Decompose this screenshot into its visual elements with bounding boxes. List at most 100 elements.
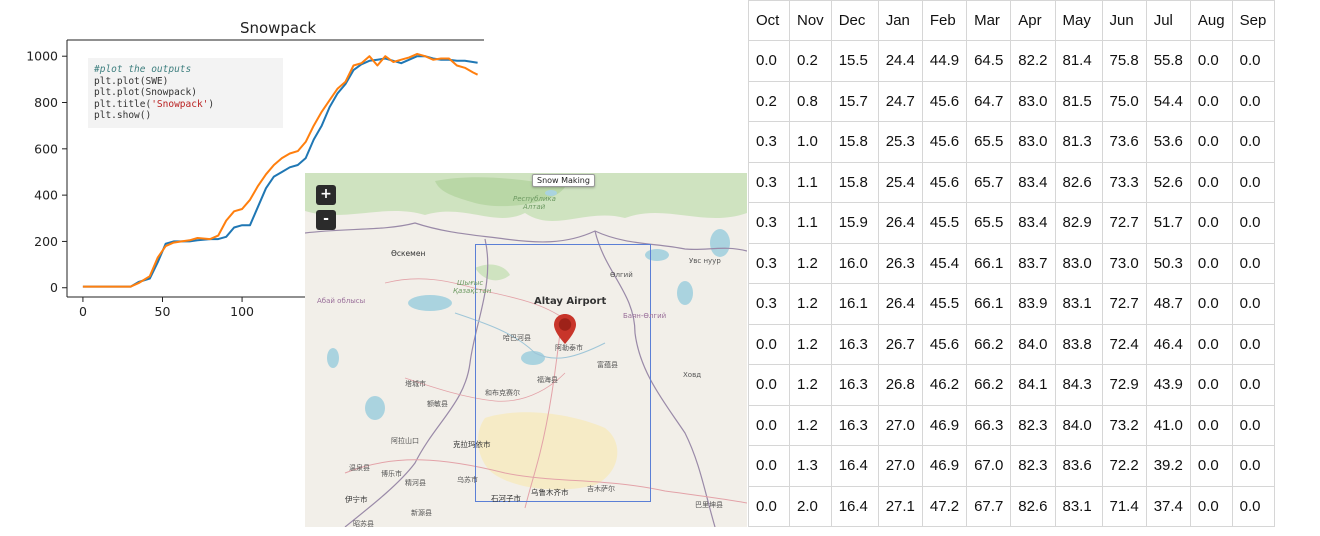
y-tick-label: 0 bbox=[50, 280, 58, 295]
table-cell: 83.4 bbox=[1010, 202, 1056, 244]
x-tick-label: 50 bbox=[155, 304, 171, 319]
table-cell: 84.3 bbox=[1054, 364, 1103, 406]
selection-rectangle[interactable] bbox=[475, 244, 651, 502]
table-cell: 0.0 bbox=[748, 364, 790, 406]
column-header-may: May bbox=[1054, 0, 1103, 41]
code-string: 'Snowpack' bbox=[151, 98, 209, 110]
table-cell: 39.2 bbox=[1145, 445, 1191, 487]
table-cell: 37.4 bbox=[1145, 485, 1191, 527]
table-cell: 82.6 bbox=[1010, 485, 1056, 527]
table-cell: 15.8 bbox=[830, 161, 879, 203]
zoom-in-button[interactable]: + bbox=[316, 185, 336, 205]
table-cell: 0.0 bbox=[1231, 121, 1275, 163]
map-place-label: Ховд bbox=[683, 371, 702, 379]
table-cell: 15.7 bbox=[830, 80, 879, 122]
table-cell: 66.2 bbox=[966, 323, 1012, 365]
table-cell: 83.1 bbox=[1054, 485, 1103, 527]
table-cell: 84.1 bbox=[1010, 364, 1056, 406]
column-header-jun: Jun bbox=[1101, 0, 1147, 41]
table-row: 0.0 1.2 16.3 27.0 46.9 66.3 82.3 84.0 73.2 41.0 0.… bbox=[748, 404, 1275, 446]
table-cell: 83.0 bbox=[1010, 121, 1056, 163]
table-row: 0.0 2.0 16.4 27.1 47.2 67.7 82.6 83.1 71.4 37.4 0.… bbox=[748, 485, 1275, 527]
map-place-label: 昭苏县 bbox=[353, 520, 374, 527]
map-place-label: 额敏县 bbox=[427, 400, 448, 408]
table-cell: 55.8 bbox=[1145, 40, 1191, 82]
code-text: ) bbox=[208, 98, 215, 110]
table-row: 0.3 1.0 15.8 25.3 45.6 65.5 83.0 81.3 73.6 53.6 0.… bbox=[748, 121, 1275, 163]
map-place-label: 博乐市 bbox=[381, 470, 402, 478]
table-cell: 0.3 bbox=[748, 242, 790, 284]
table-cell: 0.0 bbox=[1231, 283, 1275, 325]
table-cell: 46.2 bbox=[921, 364, 968, 406]
table-cell: 0.0 bbox=[748, 323, 790, 365]
map-place-label: 石河子市 bbox=[491, 494, 521, 503]
chart-title: Snowpack bbox=[240, 19, 316, 37]
table-cell: 47.2 bbox=[921, 485, 968, 527]
table-cell: 16.1 bbox=[830, 283, 879, 325]
snow-making-button[interactable]: Snow Making bbox=[532, 174, 595, 187]
table-cell: 64.5 bbox=[966, 40, 1012, 82]
table-row: 0.3 1.2 16.0 26.3 45.4 66.1 83.7 83.0 73.0 50.3 0.… bbox=[748, 242, 1275, 284]
table-cell: 72.2 bbox=[1101, 445, 1147, 487]
table-cell: 65.5 bbox=[966, 202, 1012, 244]
table-cell: 0.0 bbox=[748, 445, 790, 487]
monthly-data-table-panel: Oct Nov Dec Jan Feb Mar Apr May Jun Jul Aug Sep 0.0… bbox=[748, 0, 1320, 536]
table-cell: 1.2 bbox=[789, 323, 832, 365]
table-cell: 54.4 bbox=[1145, 80, 1191, 122]
table-cell: 0.0 bbox=[1231, 445, 1275, 487]
table-cell: 45.6 bbox=[921, 161, 968, 203]
table-cell: 72.7 bbox=[1101, 202, 1147, 244]
table-cell: 72.7 bbox=[1101, 283, 1147, 325]
column-header-dec: Dec bbox=[830, 0, 879, 41]
table-cell: 45.5 bbox=[921, 283, 968, 325]
map-place-label: Республика bbox=[513, 195, 556, 203]
map-view[interactable]: Өскемен Республика Алтай Шығыс Қазақстан Абай… bbox=[305, 173, 747, 527]
table-cell: 1.2 bbox=[789, 242, 832, 284]
table-cell: 44.9 bbox=[921, 40, 968, 82]
table-cell: 53.6 bbox=[1145, 121, 1191, 163]
table-cell: 0.0 bbox=[1231, 161, 1275, 203]
map-place-label: Баян-Өлгий bbox=[623, 312, 667, 320]
lake bbox=[327, 348, 339, 368]
table-cell: 83.4 bbox=[1010, 161, 1056, 203]
table-cell: 15.5 bbox=[830, 40, 879, 82]
table-cell: 0.0 bbox=[748, 40, 790, 82]
map-place-label: 温泉县 bbox=[349, 464, 370, 472]
y-tick-label: 1000 bbox=[26, 49, 58, 64]
table-cell: 81.3 bbox=[1054, 121, 1103, 163]
map-place-label: Алтай bbox=[523, 203, 546, 211]
table-row: 0.0 0.2 15.5 24.4 44.9 64.5 82.2 81.4 75.8 55.8 0.… bbox=[748, 40, 1275, 82]
y-tick-label: 800 bbox=[34, 95, 58, 110]
table-cell: 83.0 bbox=[1054, 242, 1103, 284]
zoom-out-button[interactable]: - bbox=[316, 210, 336, 230]
map-place-label: 富蕴县 bbox=[597, 361, 618, 369]
table-cell: 26.7 bbox=[877, 323, 923, 365]
map-place-label: 乌苏市 bbox=[457, 476, 478, 484]
table-cell: 81.4 bbox=[1054, 40, 1103, 82]
table-cell: 0.0 bbox=[748, 485, 790, 527]
table-cell: 50.3 bbox=[1145, 242, 1191, 284]
table-cell: 24.4 bbox=[877, 40, 923, 82]
table-cell: 45.5 bbox=[921, 202, 968, 244]
table-cell: 66.1 bbox=[966, 283, 1012, 325]
table-cell: 0.3 bbox=[748, 121, 790, 163]
table-cell: 46.4 bbox=[1145, 323, 1191, 365]
table-cell: 83.7 bbox=[1010, 242, 1056, 284]
column-header-apr: Apr bbox=[1010, 0, 1056, 41]
table-cell: 0.0 bbox=[1189, 485, 1233, 527]
table-cell: 73.2 bbox=[1101, 404, 1147, 446]
table-row: 0.2 0.8 15.7 24.7 45.6 64.7 83.0 81.5 75.0 54.4 0.… bbox=[748, 80, 1275, 122]
map-marker-icon[interactable] bbox=[553, 313, 577, 345]
table-cell: 0.0 bbox=[1189, 364, 1233, 406]
table-cell: 16.3 bbox=[830, 404, 879, 446]
table-cell: 0.2 bbox=[748, 80, 790, 122]
table-cell: 0.0 bbox=[1231, 485, 1275, 527]
table-row: 0.3 1.1 15.9 26.4 45.5 65.5 83.4 82.9 72.7 51.7 0.… bbox=[748, 202, 1275, 244]
table-cell: 25.3 bbox=[877, 121, 923, 163]
table-cell: 48.7 bbox=[1145, 283, 1191, 325]
table-cell: 41.0 bbox=[1145, 404, 1191, 446]
table-cell: 45.6 bbox=[921, 80, 968, 122]
table-cell: 16.4 bbox=[830, 445, 879, 487]
map-place-label: 和布克赛尔 bbox=[485, 389, 520, 397]
table-cell: 67.0 bbox=[966, 445, 1012, 487]
